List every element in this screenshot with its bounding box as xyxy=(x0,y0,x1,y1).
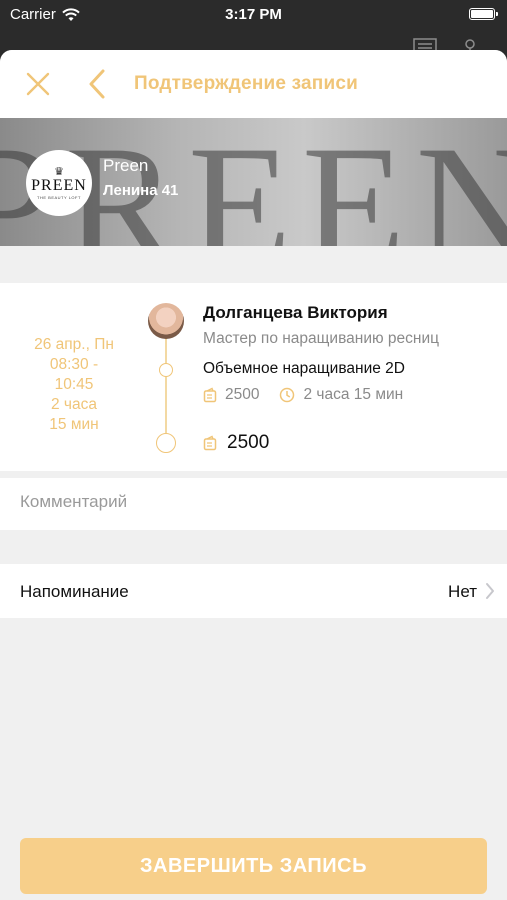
finish-booking-button[interactable]: ЗАВЕРШИТЬ ЗАПИСЬ xyxy=(20,838,487,894)
service-meta: 2500 2 часа 15 мин xyxy=(203,386,403,404)
appointment-duration-minutes: 15 мин xyxy=(49,416,99,433)
clock-icon xyxy=(280,387,295,403)
logo-subtitle: THE BEAUTY LOFT xyxy=(37,194,81,200)
chevron-right-icon xyxy=(486,583,494,599)
reminder-row[interactable]: Напоминание Нет xyxy=(0,564,507,618)
avatar xyxy=(148,303,184,339)
service-name: Объемное наращивание 2D xyxy=(203,360,405,377)
close-icon[interactable] xyxy=(24,70,52,98)
reminder-value: Нет xyxy=(448,582,477,601)
appointment-date: 26 апр., Пн xyxy=(34,336,114,353)
reminder-label: Напоминание xyxy=(20,582,129,601)
appointment-details: 26 апр., Пн 08:30 - 10:45 2 часа 15 мин … xyxy=(0,283,507,471)
page-title: Подтверждение записи xyxy=(134,73,358,94)
battery-icon xyxy=(469,8,498,20)
timeline-dot xyxy=(159,363,173,377)
master-role: Мастер по наращиванию ресниц xyxy=(203,330,439,347)
comment-row xyxy=(0,478,507,530)
appointment-duration-hours: 2 часа xyxy=(51,396,97,413)
wallet-icon xyxy=(203,387,217,403)
salon-logo: ♛ PREEN THE BEAUTY LOFT xyxy=(26,150,92,216)
service-price: 2500 xyxy=(225,386,260,403)
booking-sheet: Подтверждение записи PREEN ♛ PREEN THE B… xyxy=(0,50,507,900)
chevron-left-icon[interactable] xyxy=(86,68,108,100)
status-bar: Carrier 3:17 PM xyxy=(0,0,507,30)
wallet-icon xyxy=(203,435,217,451)
total-price-row: 2500 xyxy=(203,432,269,454)
appointment-datetime: 26 апр., Пн 08:30 - 10:45 2 часа 15 мин xyxy=(14,335,134,435)
status-time: 3:17 PM xyxy=(225,6,282,23)
appointment-time-range: 08:30 - 10:45 xyxy=(49,356,99,393)
crown-icon: ♛ xyxy=(54,165,64,178)
timeline-line xyxy=(165,323,167,433)
comment-input[interactable] xyxy=(20,492,480,512)
salon-name: Preen xyxy=(103,156,149,175)
total-price: 2500 xyxy=(227,432,270,453)
logo-text: PREEN xyxy=(31,176,87,194)
salon-banner: PREEN ♛ PREEN THE BEAUTY LOFT Preen Лени… xyxy=(0,118,507,246)
master-name: Долганцева Виктория xyxy=(203,303,388,322)
timeline-end-dot xyxy=(156,433,176,453)
salon-address: Ленина 41 xyxy=(103,182,179,199)
nav-bar: Подтверждение записи xyxy=(0,50,507,118)
service-duration: 2 часа 15 мин xyxy=(303,386,404,403)
